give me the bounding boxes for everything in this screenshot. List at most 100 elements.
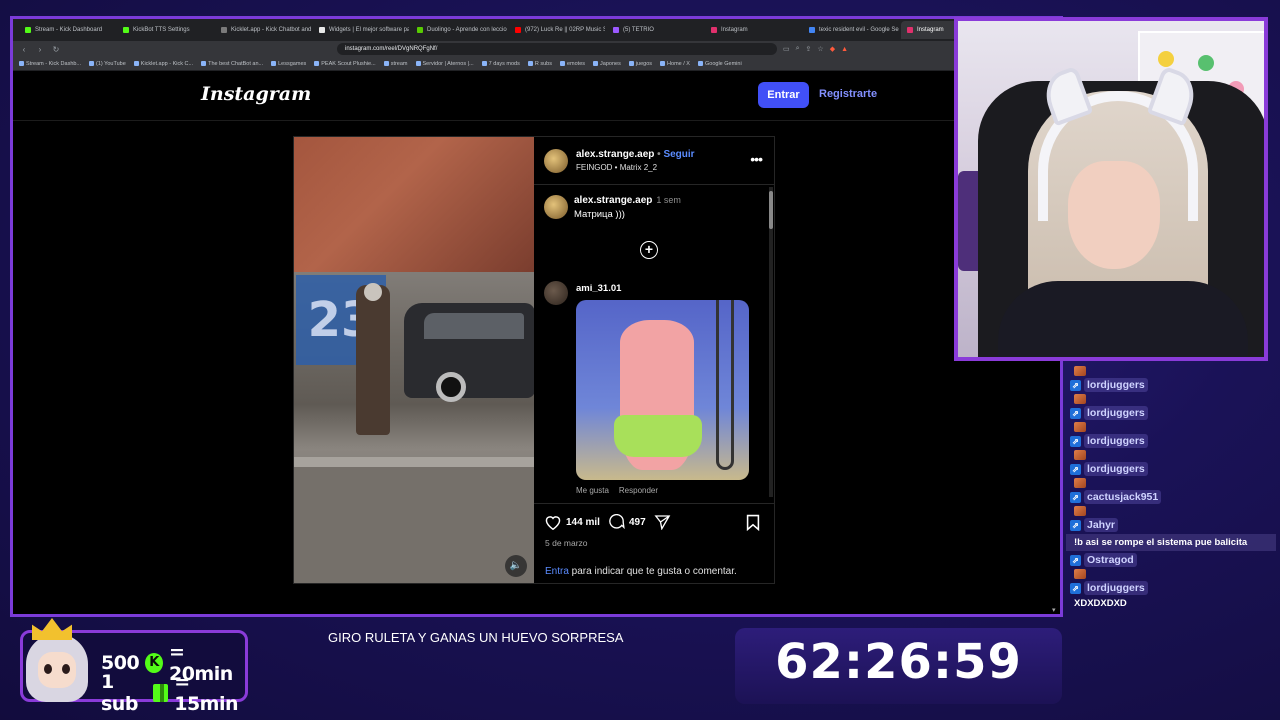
- chat-username[interactable]: lordjuggers: [1084, 462, 1148, 476]
- bookmark-label: juegos: [635, 60, 653, 67]
- chat-username[interactable]: lordjuggers: [1084, 581, 1148, 595]
- bookmark-item[interactable]: Japones: [593, 61, 621, 67]
- chat-message-header: ⇗ lordjuggers: [1066, 581, 1280, 595]
- chat-emote: [1074, 506, 1086, 516]
- browser-tab[interactable]: texic resident evil - Google Search: [803, 21, 899, 39]
- tab-favicon: [907, 27, 913, 33]
- bookmark-icon: [527, 61, 533, 66]
- plush-toy: [1158, 51, 1174, 67]
- bookmark-item[interactable]: Servidor | Aternos |...: [415, 61, 474, 67]
- chat-message-header: ⇗ lordjuggers: [1066, 406, 1280, 420]
- browser-tab[interactable]: Duolingo - Aprende con lecciones ...: [411, 21, 507, 39]
- bookmark-icon: [133, 61, 139, 66]
- person: [356, 285, 390, 435]
- subathon-timer: 62:26:59: [775, 634, 1022, 690]
- bookmark-star-icon[interactable]: ☆: [817, 45, 823, 53]
- back-icon[interactable]: ‹: [19, 45, 29, 54]
- page-scroll-arrow[interactable]: ▾: [1052, 606, 1060, 614]
- cast-icon[interactable]: ▭: [783, 45, 790, 53]
- comment-like-button[interactable]: Me gusta: [576, 486, 609, 495]
- browser-tab[interactable]: (5) TETRIO: [607, 21, 703, 39]
- instagram-logo[interactable]: Instagram: [201, 83, 311, 105]
- streamer-shirt: [998, 281, 1248, 357]
- more-options-icon[interactable]: •••: [750, 151, 763, 167]
- browser-tab[interactable]: Kicklet.app - Kick Chatbot and Ov...: [215, 21, 311, 39]
- ticker-text: GIRO RULETA Y GANAS UN HUEVO SORPRESA: [328, 630, 624, 645]
- comment-username[interactable]: ami_31.01: [576, 283, 621, 294]
- caption-username[interactable]: alex.strange.aep: [574, 195, 652, 206]
- bookmark-label: Home / X: [667, 60, 690, 67]
- bookmark-icon: [314, 61, 320, 66]
- bookmark-icon: [415, 61, 421, 66]
- author-username[interactable]: alex.strange.aep: [576, 149, 654, 160]
- browser-tab[interactable]: KickBot TTS Settings: [117, 21, 213, 39]
- bookmark-icon: [383, 61, 389, 66]
- tab-label: Widgets | El mejor software para ...: [329, 27, 409, 33]
- bookmark-item[interactable]: Kicklet.app - Kick C...: [133, 61, 193, 67]
- chat-username[interactable]: Ostragod: [1084, 553, 1137, 567]
- gif-hook: [716, 300, 734, 470]
- bookmark-item[interactable]: Stream - Kick Dashb...: [19, 61, 81, 67]
- comments-scrollbar[interactable]: [769, 187, 773, 497]
- comment-reply-button[interactable]: Responder: [619, 486, 658, 495]
- instagram-page: Instagram Entrar Registrarte 23 🔈 alex.s…: [13, 71, 1060, 614]
- share-action[interactable]: [654, 514, 671, 530]
- login-prompt-link[interactable]: Entra: [545, 566, 569, 577]
- volume-icon[interactable]: 🔈: [505, 555, 527, 577]
- mascot-eye: [44, 664, 52, 674]
- author-avatar[interactable]: [544, 149, 568, 173]
- bookmark-item[interactable]: emotes: [559, 61, 585, 67]
- bookmark-item[interactable]: stream: [383, 61, 408, 67]
- comments-scroll-thumb[interactable]: [769, 191, 773, 229]
- reel-video[interactable]: 23 🔈: [294, 137, 534, 583]
- follow-button[interactable]: Seguir: [663, 149, 694, 160]
- bookmark-item[interactable]: R subs: [527, 61, 552, 67]
- car-window: [424, 313, 524, 339]
- signup-link[interactable]: Registrarte: [819, 88, 877, 100]
- tab-label: Kicklet.app - Kick Chatbot and Ov...: [231, 27, 311, 33]
- comment-action[interactable]: 497: [608, 514, 646, 530]
- brave-shield-icon[interactable]: ◆: [830, 45, 835, 53]
- chat-username[interactable]: lordjuggers: [1084, 406, 1148, 420]
- browser-tab[interactable]: Widgets | El mejor software para ...: [313, 21, 409, 39]
- caption-avatar[interactable]: [544, 195, 568, 219]
- comment-avatar[interactable]: [544, 281, 568, 305]
- bookmark-item[interactable]: PEAK Scout Plushie...: [314, 61, 376, 67]
- like-action[interactable]: 144 mil: [544, 514, 600, 530]
- tab-favicon: [613, 27, 619, 33]
- bookmark-item[interactable]: Lessgames: [271, 61, 306, 67]
- tab-label: (972) Luck Re || 02RP Music Sessio...: [525, 27, 605, 33]
- chat-message-header: ⇗ lordjuggers: [1066, 378, 1280, 392]
- url-field[interactable]: instagram.com/reel/DVgNRQFgNf/: [337, 43, 777, 55]
- bookmark-item[interactable]: Google Gemini: [697, 61, 742, 67]
- browser-tab[interactable]: Instagram: [705, 21, 801, 39]
- chat-emote: [1074, 366, 1086, 376]
- load-more-icon[interactable]: +: [640, 241, 658, 259]
- reload-icon[interactable]: ↻: [51, 45, 61, 54]
- chat-username[interactable]: lordjuggers: [1084, 378, 1148, 392]
- bookmark-item[interactable]: Home / X: [660, 61, 690, 67]
- chat-username[interactable]: Jahyr: [1084, 518, 1119, 532]
- bookmark-icon: [697, 61, 703, 66]
- browser-tab[interactable]: (972) Luck Re || 02RP Music Sessio...: [509, 21, 605, 39]
- bookmark-item[interactable]: (1) YouTube: [89, 61, 126, 67]
- bookmark-icon: [559, 61, 565, 66]
- tab-label: texic resident evil - Google Search: [819, 27, 899, 33]
- rewards-icon[interactable]: ▲: [841, 46, 848, 53]
- save-action[interactable]: [746, 514, 760, 531]
- browser-tab[interactable]: Stream - Kick Dashboard: [19, 21, 115, 39]
- bookmark-item[interactable]: The best ChatBot an...: [201, 61, 263, 67]
- bookmark-item[interactable]: juegos: [628, 60, 653, 67]
- crown-icon: [32, 618, 72, 640]
- bookmark-item[interactable]: 7 days mods: [481, 61, 520, 67]
- caption-time: 1 sem: [656, 195, 681, 205]
- share-paper-plane-icon: [654, 515, 671, 530]
- audio-link[interactable]: FEINGOD • Matrix 2_2: [576, 163, 657, 172]
- login-button[interactable]: Entrar: [758, 82, 809, 108]
- chat-username[interactable]: lordjuggers: [1084, 434, 1148, 448]
- forward-icon[interactable]: ›: [35, 45, 45, 54]
- tab-label: Instagram: [917, 27, 944, 33]
- chat-username[interactable]: cactusjack951: [1084, 490, 1162, 504]
- zoom-icon[interactable]: ⌕: [796, 45, 800, 53]
- share-icon[interactable]: ⇪: [806, 45, 812, 53]
